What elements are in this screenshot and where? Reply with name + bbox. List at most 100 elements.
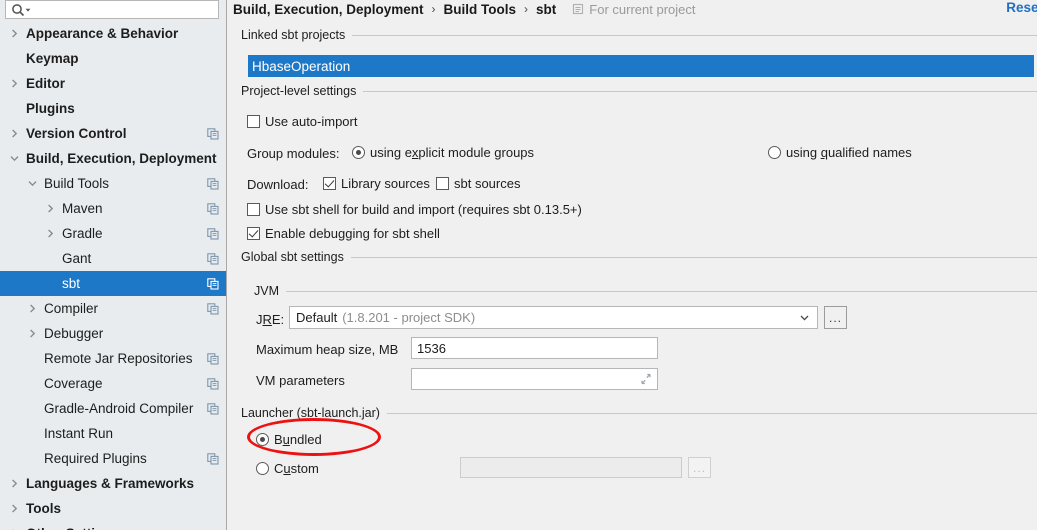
use-sbt-shell-checkbox[interactable]: Use sbt shell for build and import (requ… — [247, 202, 582, 217]
custom-radio[interactable]: Custom — [256, 461, 319, 476]
chevron-right-icon[interactable] — [8, 502, 21, 515]
copy-settings-icon — [207, 302, 219, 315]
chevron-right-icon[interactable] — [26, 302, 39, 315]
sidebar-item-appearance-behavior[interactable]: Appearance & Behavior — [0, 21, 226, 46]
section-global-settings: Global sbt settings — [241, 250, 1037, 264]
sidebar-item-gradle-android-compiler[interactable]: Gradle-Android Compiler — [0, 396, 226, 421]
breadcrumb-part-3[interactable]: sbt — [536, 2, 556, 17]
enable-debugging-checkbox[interactable]: Enable debugging for sbt shell — [247, 226, 440, 241]
checkbox-indicator[interactable] — [247, 203, 260, 216]
chevron-down-icon[interactable] — [799, 312, 810, 323]
vm-parameters-input[interactable] — [411, 368, 658, 390]
sidebar-item-languages-frameworks[interactable]: Languages & Frameworks — [0, 471, 226, 496]
radio-using-explicit-module-groups[interactable]: using explicit module groups — [352, 145, 534, 160]
linked-projects-list[interactable]: HbaseOperation — [248, 55, 1034, 77]
sidebar-item-plugins[interactable]: Plugins — [0, 96, 226, 121]
settings-search-box[interactable] — [5, 0, 219, 19]
section-divider — [350, 256, 1037, 258]
use-auto-import-checkbox[interactable]: Use auto-import — [247, 114, 357, 129]
sidebar-item-gant[interactable]: Gant — [0, 246, 226, 271]
section-divider — [352, 34, 1037, 36]
chevron-right-icon[interactable] — [8, 77, 21, 90]
radio-indicator[interactable] — [768, 146, 781, 159]
sidebar-item-tools[interactable]: Tools — [0, 496, 226, 521]
custom-launcher-browse-button[interactable]: ... — [688, 457, 711, 478]
scope-label: For current project — [589, 1, 696, 17]
chevron-down-icon[interactable] — [8, 152, 21, 165]
checkbox-label: sbt sources — [454, 176, 521, 191]
checkbox-indicator[interactable] — [247, 115, 260, 128]
sidebar-item-label: Remote Jar Repositories — [44, 351, 193, 366]
checkbox-indicator[interactable] — [247, 227, 260, 240]
settings-tree: Appearance & Behavior Keymap Editor Plugins… — [0, 21, 226, 530]
sidebar-item-sbt[interactable]: sbt — [0, 271, 226, 296]
search-dropdown-icon[interactable] — [24, 6, 32, 14]
radio-indicator[interactable] — [352, 146, 365, 159]
sidebar-item-debugger[interactable]: Debugger — [0, 321, 226, 346]
sidebar-item-maven[interactable]: Maven — [0, 196, 226, 221]
sidebar-item-keymap[interactable]: Keymap — [0, 46, 226, 71]
sidebar-item-instant-run[interactable]: Instant Run — [0, 421, 226, 446]
sidebar-item-editor[interactable]: Editor — [0, 71, 226, 96]
breadcrumb-part-2[interactable]: Build Tools — [444, 2, 517, 17]
sidebar-item-label: Languages & Frameworks — [26, 476, 195, 491]
reset-link[interactable]: Reset — [1006, 0, 1037, 15]
sidebar-item-label: Build, Execution, Deployment — [26, 151, 217, 166]
sidebar-item-label: Maven — [62, 201, 103, 216]
chevron-right-icon[interactable] — [8, 127, 21, 140]
checkbox-label: Enable debugging for sbt shell — [265, 226, 440, 241]
sidebar-item-label: Compiler — [44, 301, 99, 316]
chevron-right-icon[interactable] — [44, 202, 57, 215]
max-heap-label: Maximum heap size, MB — [256, 342, 399, 357]
chevron-right-icon[interactable] — [44, 227, 57, 240]
sidebar-item-required-plugins[interactable]: Required Plugins — [0, 446, 226, 471]
sidebar-item-label: Appearance & Behavior — [26, 26, 179, 41]
section-title: Linked sbt projects — [241, 28, 346, 42]
sidebar-item-build-tools[interactable]: Build Tools — [0, 171, 226, 196]
jre-combobox[interactable]: Default (1.8.201 - project SDK) — [289, 306, 818, 329]
checkbox-indicator[interactable] — [323, 177, 336, 190]
breadcrumb-part-1[interactable]: Build, Execution, Deployment — [233, 2, 424, 17]
section-title: Project-level settings — [241, 84, 357, 98]
sidebar-item-label: Editor — [26, 76, 65, 91]
search-input[interactable] — [32, 2, 218, 17]
sidebar-item-other-settings[interactable]: Other Settings — [0, 521, 226, 530]
copy-settings-icon — [207, 127, 219, 140]
custom-launcher-path-input[interactable] — [460, 457, 682, 478]
jre-browse-button[interactable]: ... — [824, 306, 847, 329]
sidebar-item-version-control[interactable]: Version Control — [0, 121, 226, 146]
section-divider — [286, 290, 1037, 292]
radio-indicator[interactable] — [256, 433, 269, 446]
sidebar-item-label: Coverage — [44, 376, 103, 391]
sidebar-item-gradle[interactable]: Gradle — [0, 221, 226, 246]
library-sources-checkbox[interactable]: Library sources — [323, 176, 430, 191]
chevron-right-icon[interactable] — [26, 327, 39, 340]
checkbox-indicator[interactable] — [436, 177, 449, 190]
chevron-right-icon[interactable] — [8, 477, 21, 490]
section-launcher: Launcher (sbt-launch.jar) — [241, 406, 1037, 420]
sidebar-item-remote-jar-repositories[interactable]: Remote Jar Repositories — [0, 346, 226, 371]
copy-settings-icon — [207, 177, 219, 190]
checkbox-label: Use auto-import — [265, 114, 358, 129]
expand-diagonal-icon[interactable] — [640, 373, 652, 385]
sidebar-item-build-execution-deployment[interactable]: Build, Execution, Deployment — [0, 146, 226, 171]
chevron-right-icon[interactable] — [8, 27, 21, 40]
bundled-radio[interactable]: Bundled — [256, 432, 322, 447]
sidebar-item-label: Tools — [26, 501, 61, 516]
settings-dialog: Appearance & Behavior Keymap Editor Plugins… — [0, 0, 1037, 530]
sidebar-item-coverage[interactable]: Coverage — [0, 371, 226, 396]
radio-using-qualified-names[interactable]: using qualified names — [768, 145, 912, 160]
sbt-sources-checkbox[interactable]: sbt sources — [436, 176, 520, 191]
sidebar-item-compiler[interactable]: Compiler — [0, 296, 226, 321]
list-item[interactable]: HbaseOperation — [248, 59, 350, 74]
project-scope-icon — [572, 3, 584, 15]
chevron-down-icon[interactable] — [26, 177, 39, 190]
radio-indicator[interactable] — [256, 462, 269, 475]
section-linked-projects: Linked sbt projects — [241, 28, 1037, 42]
max-heap-input[interactable]: 1536 — [411, 337, 658, 359]
sidebar-item-label: Gradle-Android Compiler — [44, 401, 194, 416]
checkbox-label: Use sbt shell for build and import (requ… — [265, 202, 582, 217]
